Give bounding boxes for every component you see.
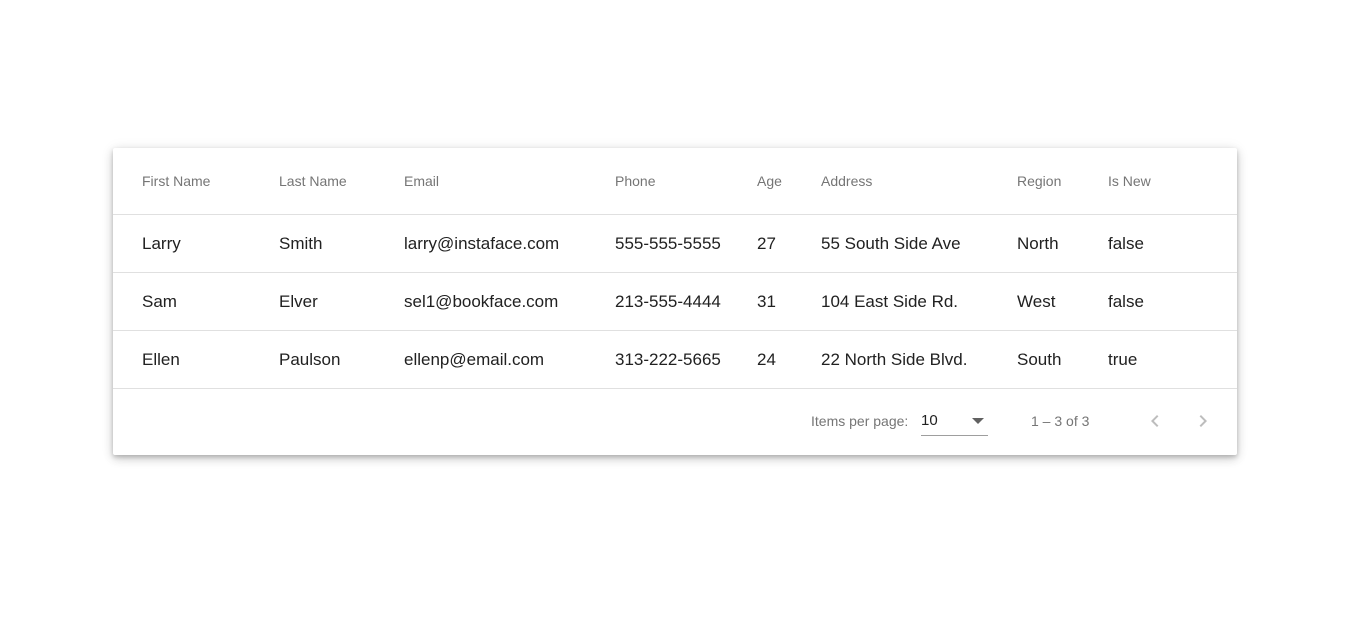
column-header-phone[interactable]: Phone xyxy=(615,148,655,214)
cell-last-name: Paulson xyxy=(279,349,341,369)
table-header-row: First Name Last Name Email Phone Age Add… xyxy=(113,148,1237,215)
items-per-page-value: 10 xyxy=(921,412,938,429)
items-per-page-label: Items per page: xyxy=(811,413,909,429)
cell-region: West xyxy=(1017,291,1056,311)
cell-address: 55 South Side Ave xyxy=(821,233,961,253)
cell-phone: 555-555-5555 xyxy=(615,233,721,253)
column-header-address[interactable]: Address xyxy=(821,148,872,214)
cell-last-name: Elver xyxy=(279,291,318,311)
cell-is-new: false xyxy=(1108,291,1144,311)
cell-first-name: Ellen xyxy=(142,349,180,369)
cell-age: 24 xyxy=(757,349,776,369)
items-per-page-select[interactable]: 10 xyxy=(921,411,988,436)
cell-region: South xyxy=(1017,349,1062,369)
cell-phone: 213-555-4444 xyxy=(615,291,721,311)
chevron-left-icon xyxy=(1151,415,1159,427)
previous-page-button[interactable] xyxy=(1137,403,1173,439)
cell-email: ellenp@email.com xyxy=(404,349,545,369)
cell-email: larry@instaface.com xyxy=(404,233,560,253)
cell-phone: 313-222-5665 xyxy=(615,349,721,369)
cell-first-name: Sam xyxy=(142,291,177,311)
page-range-label: 1 – 3 of 3 xyxy=(1031,413,1090,429)
column-header-age[interactable]: Age xyxy=(757,148,782,214)
column-header-email[interactable]: Email xyxy=(404,148,439,214)
column-header-last-name[interactable]: Last Name xyxy=(279,148,347,214)
column-header-region[interactable]: Region xyxy=(1017,148,1061,214)
table-row: Larry Smith larry@instaface.com 555-555-… xyxy=(113,215,1237,273)
cell-address: 22 North Side Blvd. xyxy=(821,349,968,369)
data-table-card: First Name Last Name Email Phone Age Add… xyxy=(113,148,1237,455)
cell-first-name: Larry xyxy=(142,233,181,253)
cell-age: 27 xyxy=(757,233,776,253)
cell-age: 31 xyxy=(757,291,776,311)
chevron-right-icon xyxy=(1199,415,1207,427)
cell-is-new: true xyxy=(1108,349,1138,369)
cell-email: sel1@bookface.com xyxy=(404,291,559,311)
cell-region: North xyxy=(1017,233,1059,253)
cell-is-new: false xyxy=(1108,233,1144,253)
next-page-button[interactable] xyxy=(1185,403,1221,439)
paginator: Items per page: 10 1 – 3 of 3 xyxy=(113,389,1237,455)
column-header-first-name[interactable]: First Name xyxy=(142,148,210,214)
cell-last-name: Smith xyxy=(279,233,323,253)
table-row: Sam Elver sel1@bookface.com 213-555-4444… xyxy=(113,273,1237,331)
table-row: Ellen Paulson ellenp@email.com 313-222-5… xyxy=(113,331,1237,389)
cell-address: 104 East Side Rd. xyxy=(821,291,959,311)
column-header-is-new[interactable]: Is New xyxy=(1108,148,1151,214)
dropdown-arrow-icon xyxy=(972,418,984,424)
